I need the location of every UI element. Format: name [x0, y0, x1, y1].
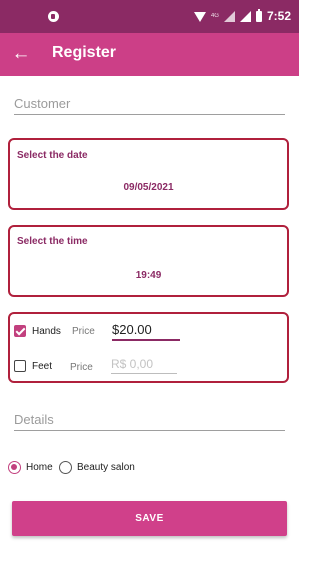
- time-value[interactable]: 19:49: [10, 270, 287, 281]
- network-type-label: 4G: [210, 13, 219, 19]
- hands-price-label: Price: [72, 326, 95, 337]
- home-radio[interactable]: [8, 461, 21, 474]
- signal-icon: [239, 10, 251, 22]
- wifi-icon: [193, 12, 206, 22]
- time-picker-card[interactable]: Select the time 19:49: [8, 225, 289, 297]
- battery-icon: [255, 8, 262, 22]
- app-bar: ← Register: [0, 33, 299, 76]
- status-bar: 4G 7:52: [0, 0, 299, 33]
- date-label: Select the date: [17, 150, 88, 161]
- time-label: Select the time: [17, 236, 88, 247]
- hands-checkbox[interactable]: [14, 325, 26, 337]
- signal-icon: [223, 10, 235, 22]
- feet-price-input[interactable]: [111, 356, 177, 371]
- save-button[interactable]: SAVE: [12, 501, 287, 536]
- hands-price-input[interactable]: [112, 322, 180, 337]
- beauty-salon-radio[interactable]: [59, 461, 72, 474]
- status-icons: 4G 7:52: [193, 8, 291, 23]
- app-notification-icon: [48, 11, 59, 22]
- arrow-left-icon[interactable]: ←: [11, 42, 31, 66]
- services-card: Hands Price Feet Price: [8, 312, 289, 383]
- hands-label: Hands: [32, 326, 61, 337]
- status-time: 7:52: [266, 9, 291, 23]
- feet-checkbox[interactable]: [14, 360, 26, 372]
- feet-price-field[interactable]: [111, 355, 177, 374]
- hands-price-field[interactable]: [112, 321, 180, 341]
- date-picker-card[interactable]: Select the date 09/05/2021: [8, 138, 289, 210]
- customer-field[interactable]: [14, 95, 285, 115]
- details-field[interactable]: [14, 411, 285, 431]
- customer-input[interactable]: [14, 96, 285, 114]
- feet-label: Feet: [32, 361, 53, 372]
- date-value[interactable]: 09/05/2021: [10, 182, 287, 193]
- page-title: Register: [52, 44, 117, 61]
- beauty-salon-radio-label[interactable]: Beauty salon: [77, 462, 135, 473]
- details-input[interactable]: [14, 412, 285, 430]
- feet-price-label: Price: [70, 362, 93, 373]
- home-radio-label[interactable]: Home: [26, 462, 53, 473]
